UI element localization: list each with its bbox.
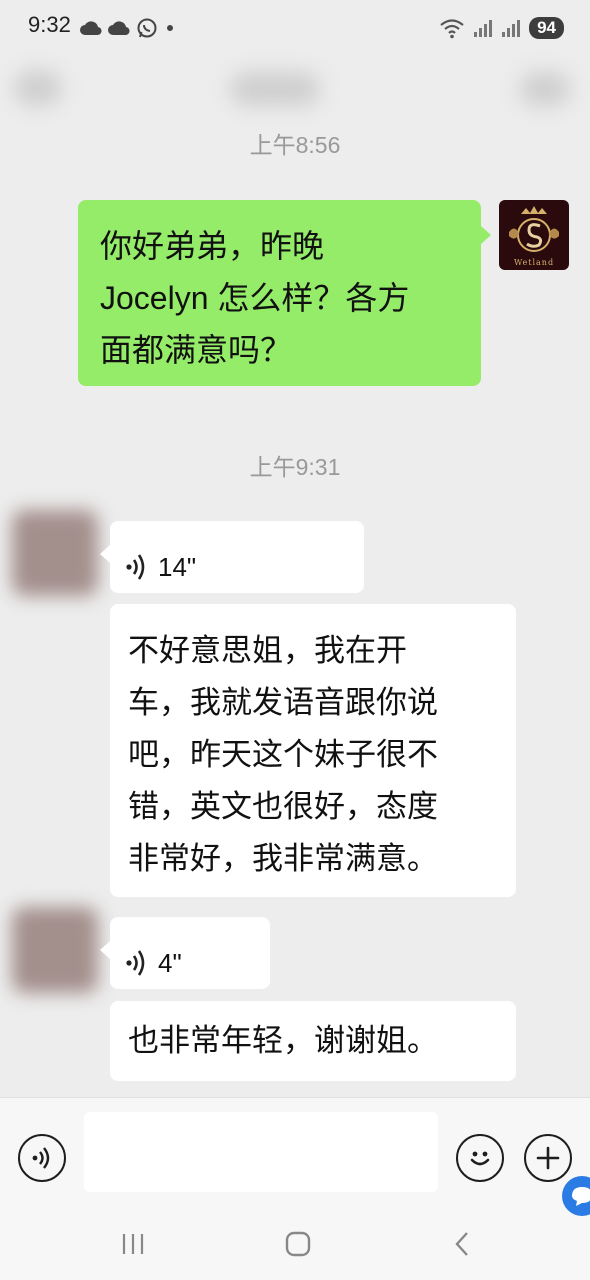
battery-icon: 94 — [529, 17, 564, 39]
voice-transcript-bubble[interactable]: 不好意思姐，我在开 车，我就发语音跟你说 吧，昨天这个妹子很不 错，英文也很好，… — [110, 604, 516, 897]
cloud-icon — [108, 21, 130, 36]
status-notification-icons — [80, 14, 176, 42]
emoji-icon — [470, 1151, 490, 1166]
cloud-icon — [80, 21, 102, 36]
status-bar: 9:32 94 — [0, 0, 590, 56]
self-avatar[interactable]: Wetland — [499, 200, 569, 270]
status-system-icons: 94 — [439, 14, 564, 42]
message-text-line: 你好弟弟，昨晚 — [100, 227, 325, 265]
voice-message-bubble[interactable]: 4" — [110, 917, 270, 989]
bubble-tail — [100, 941, 110, 959]
wifi-icon — [440, 19, 464, 39]
input-bar — [0, 1097, 590, 1217]
transcript-line: 错，英文也很好，态度 — [128, 789, 438, 825]
contact-name-blurred — [230, 72, 320, 106]
back-button-blurred[interactable] — [14, 70, 62, 106]
brand-logo-text: Wetland — [513, 258, 555, 267]
bubble-tail — [481, 226, 491, 244]
transcript-line: 不好意思姐，我在开 — [128, 633, 407, 669]
voice-wave-icon — [126, 950, 145, 976]
chat-header — [0, 56, 590, 122]
contact-avatar[interactable] — [12, 907, 98, 993]
system-nav-bar — [0, 1217, 590, 1280]
transcript-line: 车，我就发语音跟你说 — [128, 685, 438, 721]
status-time: 9:32 — [28, 12, 71, 37]
message-timestamp: 上午8:56 — [249, 132, 341, 158]
voice-input-icon — [32, 1147, 50, 1169]
message-input[interactable] — [84, 1112, 438, 1192]
home-icon[interactable] — [283, 1229, 313, 1259]
message-text-line: 面都满意吗？ — [100, 331, 293, 369]
recents-icon[interactable] — [118, 1229, 148, 1259]
whatsapp-icon — [137, 18, 157, 38]
plus-icon — [536, 1146, 560, 1170]
voice-message-bubble[interactable]: 14" — [110, 521, 364, 593]
dot-icon — [167, 25, 173, 31]
signal-icon — [502, 20, 521, 37]
more-actions-button[interactable] — [524, 1134, 572, 1182]
transcript-line: 吧，昨天这个妹子很不 — [128, 737, 438, 773]
signal-icon — [474, 20, 493, 37]
outgoing-message-bubble[interactable]: 你好弟弟，昨晚 Jocelyn 怎么样？各方 面都满意吗？ — [78, 200, 481, 386]
voice-duration: 14" — [158, 552, 197, 582]
transcript-line: 非常好，我非常满意。 — [128, 841, 438, 877]
back-icon[interactable] — [448, 1229, 478, 1259]
chat-bubble-icon — [572, 1187, 590, 1206]
message-timestamp: 上午9:31 — [249, 454, 341, 480]
contact-avatar[interactable] — [12, 510, 98, 596]
emoji-button[interactable] — [456, 1134, 504, 1182]
voice-transcript-bubble[interactable]: 也非常年轻，谢谢姐。 — [110, 1001, 516, 1081]
message-text-line: Jocelyn 怎么样？各方 — [100, 280, 410, 316]
voice-input-button[interactable] — [18, 1134, 66, 1182]
transcript-line: 也非常年轻，谢谢姐。 — [128, 1023, 438, 1059]
more-button-blurred[interactable] — [520, 72, 570, 106]
voice-wave-icon — [126, 554, 145, 580]
bubble-tail — [100, 545, 110, 563]
chat-area[interactable]: 上午8:56 你好弟弟，昨晚 Jocelyn 怎么样？各方 面都满意吗？ Wet… — [0, 122, 590, 1097]
voice-duration: 4" — [158, 948, 182, 978]
